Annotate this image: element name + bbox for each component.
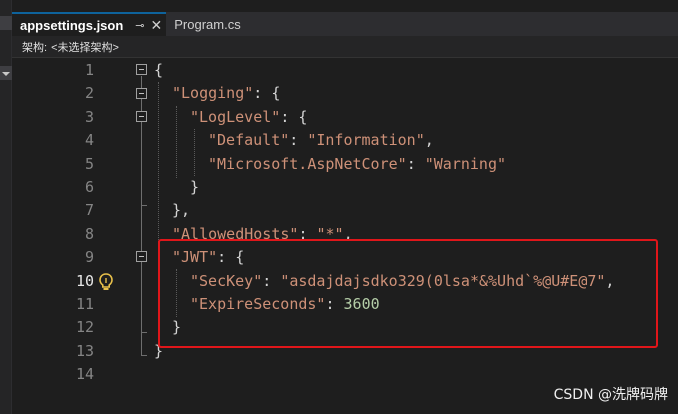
code-editor[interactable]: 1 2 3 4 5 6 7 8 9 10 11 12 13 14 { "Logg… [12, 58, 678, 414]
line-number: 14 [75, 365, 94, 384]
json-value-warning: "Warning" [424, 154, 507, 173]
json-key-loglevel: "LogLevel" [190, 107, 281, 126]
json-key-default: "Default" [208, 131, 290, 150]
architecture-label: 架构: [22, 41, 48, 54]
close-icon[interactable]: ✕ [151, 17, 163, 34]
document-tab-bar: appsettings.json ⊸ ✕ Program.cs [12, 12, 678, 36]
tab-label: appsettings.json [20, 17, 124, 33]
pin-icon[interactable]: ⊸ [135, 19, 144, 32]
brace: } [190, 178, 200, 196]
architecture-dropdown[interactable]: <未选择架构> [51, 39, 119, 55]
lightbulb-icon[interactable] [97, 272, 115, 292]
toolbox-tab[interactable] [0, 16, 12, 30]
json-key-logging: "Logging" [172, 84, 254, 103]
left-tool-strip [0, 0, 12, 414]
brace: }, [172, 201, 191, 220]
tab-label: Program.cs [174, 16, 241, 32]
watermark: CSDN @洗牌码牌 [553, 387, 668, 403]
chevron-down-icon [2, 72, 10, 76]
json-key-microsoft-aspnetcore: "Microsoft.AspNetCore" [208, 154, 407, 173]
navigation-bar: 架构: <未选择架构> [12, 36, 678, 58]
tab-appsettings-json[interactable]: appsettings.json ⊸ ✕ [12, 12, 167, 36]
highlight-annotation-box [158, 239, 658, 348]
tab-program-cs[interactable]: Program.cs [166, 12, 248, 36]
json-value-information: "Information" [307, 131, 425, 150]
brace: { [154, 61, 164, 79]
